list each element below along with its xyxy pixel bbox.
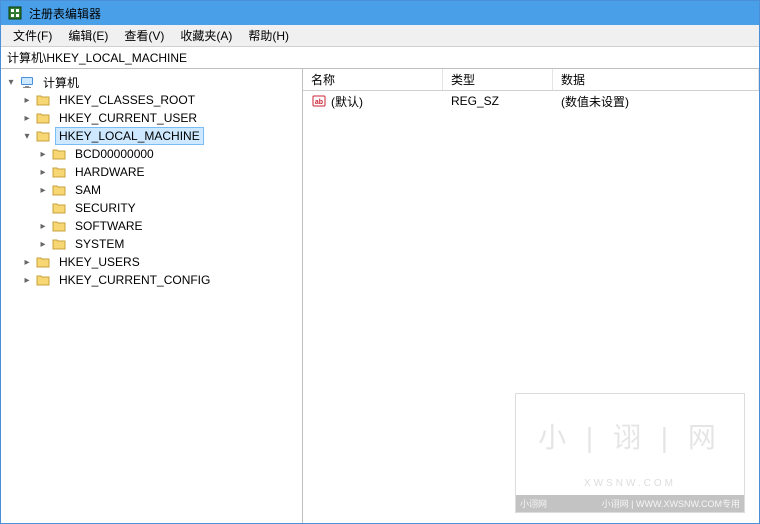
folder-icon [51,182,67,198]
list-body: ab (默认) REG_SZ (数值未设置) [303,91,759,111]
chevron-right-icon[interactable]: ▸ [21,94,33,106]
tree-label: HARDWARE [71,163,149,181]
tree-label: BCD00000000 [71,145,158,163]
value-data: (数值未设置) [553,93,759,110]
address-bar[interactable]: 计算机\HKEY_LOCAL_MACHINE [1,47,759,69]
chevron-right-icon[interactable]: ▸ [37,220,49,232]
app-icon [7,5,23,21]
chevron-right-icon[interactable]: ▸ [37,184,49,196]
value-name: (默认) [331,93,363,110]
menu-help[interactable]: 帮助(H) [240,25,297,46]
tree-node-security[interactable]: ▸ SECURITY [37,199,302,217]
tree-label: SECURITY [71,199,140,217]
tree-node-hardware[interactable]: ▸ HARDWARE [37,163,302,181]
tree-node-hklm[interactable]: ▾ HKEY_LOCAL_MACHINE [21,127,302,145]
col-header-name[interactable]: 名称 [303,69,443,90]
tree-node-hku[interactable]: ▸ HKEY_USERS [21,253,302,271]
folder-icon [51,146,67,162]
tree-node-hkcc[interactable]: ▸ HKEY_CURRENT_CONFIG [21,271,302,289]
col-header-type[interactable]: 类型 [443,69,553,90]
chevron-right-icon[interactable]: ▸ [21,274,33,286]
chevron-right-icon[interactable]: ▸ [37,148,49,160]
registry-editor-window: 注册表编辑器 文件(F) 编辑(E) 查看(V) 收藏夹(A) 帮助(H) 计算… [0,0,760,524]
chevron-right-icon[interactable]: ▸ [37,166,49,178]
tree-label: HKEY_USERS [55,253,144,271]
value-type: REG_SZ [443,94,553,108]
folder-icon [35,92,51,108]
folder-icon [35,110,51,126]
menu-file[interactable]: 文件(F) [5,25,60,46]
svg-text:ab: ab [315,99,323,106]
string-value-icon: ab [311,93,327,109]
tree-label: HKEY_CURRENT_CONFIG [55,271,214,289]
registry-tree: ▾ 计算机 ▸ HKEY_CLASSES_ROOT [3,73,302,289]
menu-view[interactable]: 查看(V) [116,25,172,46]
tree-node-computer[interactable]: ▾ 计算机 [5,73,302,91]
tree-label: SYSTEM [71,235,128,253]
tree-pane[interactable]: ▾ 计算机 ▸ HKEY_CLASSES_ROOT [1,69,303,523]
chevron-right-icon[interactable]: ▸ [21,256,33,268]
folder-icon [35,272,51,288]
tree-node-hkcu[interactable]: ▸ HKEY_CURRENT_USER [21,109,302,127]
values-pane[interactable]: 名称 类型 数据 ab (默认) REG_SZ (数值未设置) [303,69,759,523]
tree-label: SOFTWARE [71,217,147,235]
menu-favorites[interactable]: 收藏夹(A) [172,25,240,46]
folder-icon [51,236,67,252]
folder-icon [51,200,67,216]
tree-label-selected: HKEY_LOCAL_MACHINE [55,127,204,145]
tree-node-hkcr[interactable]: ▸ HKEY_CLASSES_ROOT [21,91,302,109]
list-header: 名称 类型 数据 [303,69,759,91]
chevron-down-icon[interactable]: ▾ [21,130,33,142]
chevron-down-icon[interactable]: ▾ [5,76,17,88]
tree-node-bcd[interactable]: ▸ BCD00000000 [37,145,302,163]
menubar: 文件(F) 编辑(E) 查看(V) 收藏夹(A) 帮助(H) [1,25,759,47]
list-row[interactable]: ab (默认) REG_SZ (数值未设置) [303,91,759,111]
chevron-right-icon[interactable]: ▸ [37,238,49,250]
address-path: 计算机\HKEY_LOCAL_MACHINE [7,49,187,66]
window-title: 注册表编辑器 [29,5,101,22]
tree-node-system[interactable]: ▸ SYSTEM [37,235,302,253]
tree-label: HKEY_CLASSES_ROOT [55,91,199,109]
tree-node-software[interactable]: ▸ SOFTWARE [37,217,302,235]
tree-label-computer: 计算机 [39,72,83,93]
tree-label: HKEY_CURRENT_USER [55,109,201,127]
chevron-right-icon[interactable]: ▸ [21,112,33,124]
titlebar[interactable]: 注册表编辑器 [1,1,759,25]
tree-node-sam[interactable]: ▸ SAM [37,181,302,199]
content-area: ▾ 计算机 ▸ HKEY_CLASSES_ROOT [1,69,759,523]
computer-icon [19,74,35,90]
folder-icon [51,218,67,234]
folder-icon [35,254,51,270]
tree-label: SAM [71,181,105,199]
col-header-data[interactable]: 数据 [553,69,759,90]
menu-edit[interactable]: 编辑(E) [60,25,116,46]
folder-icon [51,164,67,180]
folder-icon [35,128,51,144]
